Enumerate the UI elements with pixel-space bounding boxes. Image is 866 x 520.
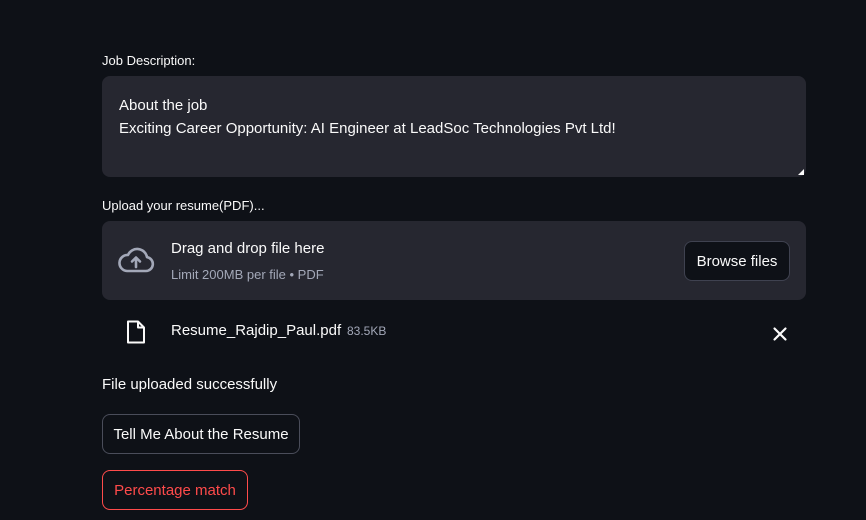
dropzone-title: Drag and drop file here [171, 240, 325, 257]
dropzone-limit-text: Limit 200MB per file • PDF [171, 267, 324, 282]
app-page: Job Description: About the job Exciting … [0, 0, 866, 520]
job-description-line: About the job [119, 97, 208, 114]
resize-handle[interactable] [798, 169, 804, 175]
close-icon[interactable] [770, 324, 790, 344]
job-description-line: Exciting Career Opportunity: AI Engineer… [119, 120, 616, 137]
uploaded-file-name: Resume_Rajdip_Paul.pdf [171, 322, 342, 339]
job-description-label: Job Description: [102, 53, 196, 68]
upload-status-message: File uploaded successfully [102, 376, 278, 393]
file-icon [127, 320, 145, 344]
uploaded-file-row: Resume_Rajdip_Paul.pdf 83.5KB [102, 312, 806, 352]
file-dropzone[interactable]: Drag and drop file here Limit 200MB per … [102, 221, 806, 300]
resume-upload-label: Upload your resume(PDF)... [102, 198, 265, 213]
uploaded-file-size: 83.5KB [347, 324, 387, 338]
cloud-upload-icon [118, 247, 155, 273]
job-description-textarea[interactable]: About the job Exciting Career Opportunit… [102, 76, 806, 177]
tell-me-about-resume-button[interactable]: Tell Me About the Resume [102, 414, 300, 454]
browse-files-button[interactable]: Browse files [684, 241, 790, 281]
percentage-match-button[interactable]: Percentage match [102, 470, 248, 510]
